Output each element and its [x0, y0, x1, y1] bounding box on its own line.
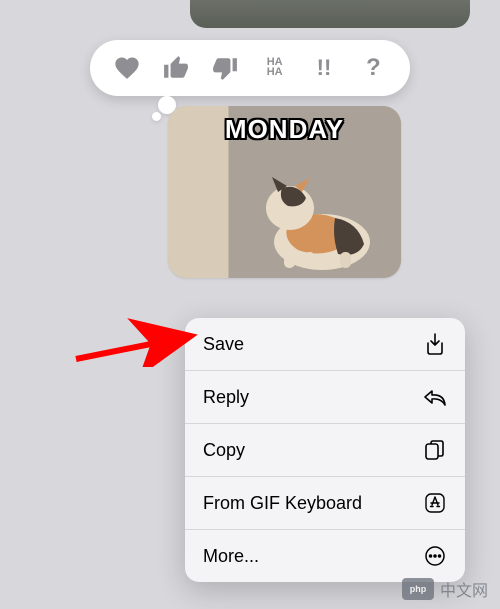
menu-label: Copy: [203, 440, 245, 461]
reply-icon: [423, 385, 447, 409]
context-menu: Save Reply Copy From GIF Keyboard: [185, 318, 465, 582]
menu-item-more[interactable]: More...: [185, 530, 465, 582]
thumbs-up-icon: [163, 55, 189, 81]
appstore-icon: [423, 491, 447, 515]
tapback-exclaim[interactable]: !!: [304, 48, 344, 88]
exclaim-icon: !!: [317, 55, 332, 81]
watermark-text: 中文网: [440, 577, 488, 601]
gif-image: MONDAY: [168, 106, 401, 278]
heart-icon: [113, 54, 141, 82]
watermark-logo: php: [402, 578, 434, 600]
tapback-heart[interactable]: [107, 48, 147, 88]
menu-label: More...: [203, 546, 259, 567]
tapback-bar: HA HA !! ?: [90, 40, 410, 96]
copy-icon: [423, 438, 447, 462]
menu-label: Save: [203, 334, 244, 355]
cat-illustration: [240, 150, 380, 270]
menu-label: Reply: [203, 387, 249, 408]
menu-item-from-gif-keyboard[interactable]: From GIF Keyboard: [185, 477, 465, 530]
gif-caption: MONDAY: [168, 114, 401, 145]
tapback-tail-small: [152, 112, 161, 121]
message-bubble[interactable]: MONDAY: [168, 106, 401, 278]
menu-label: From GIF Keyboard: [203, 493, 362, 514]
thumbs-down-icon: [212, 55, 238, 81]
previous-message-bubble: [190, 0, 470, 28]
more-icon: [423, 544, 447, 568]
haha-icon: HA HA: [267, 58, 283, 78]
tapback-question[interactable]: ?: [353, 48, 393, 88]
menu-item-copy[interactable]: Copy: [185, 424, 465, 477]
question-icon: ?: [366, 54, 381, 82]
menu-item-save[interactable]: Save: [185, 318, 465, 371]
tapback-thumbs-up[interactable]: [156, 48, 196, 88]
watermark: php 中文网: [402, 577, 488, 601]
tapback-thumbs-down[interactable]: [205, 48, 245, 88]
tapback-haha[interactable]: HA HA: [255, 48, 295, 88]
download-icon: [423, 332, 447, 356]
menu-item-reply[interactable]: Reply: [185, 371, 465, 424]
